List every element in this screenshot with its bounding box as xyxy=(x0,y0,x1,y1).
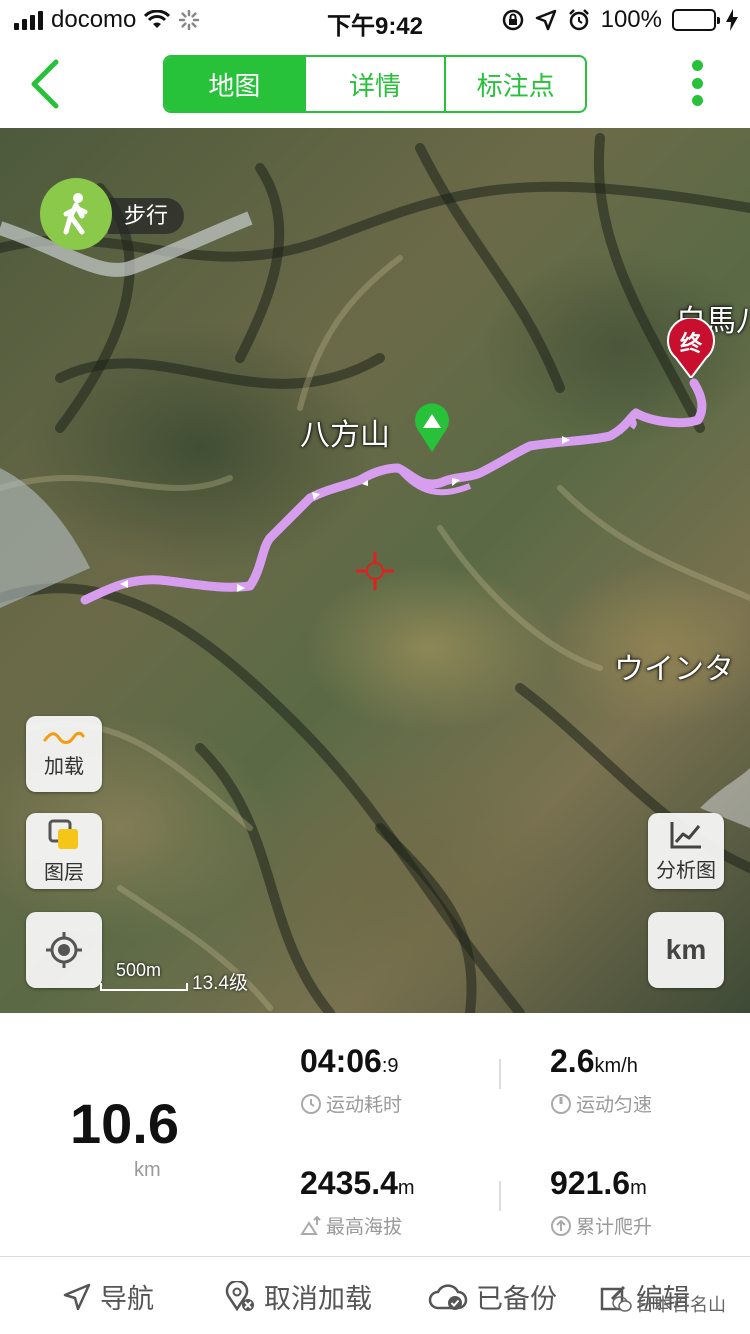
divider xyxy=(499,1181,501,1211)
cancel-load-label: 取消加载 xyxy=(264,1284,372,1314)
tab-details[interactable]: 详情 xyxy=(303,57,445,111)
alarm-icon xyxy=(568,9,589,31)
charging-icon xyxy=(726,9,738,31)
wave-icon xyxy=(43,731,85,744)
load-track-button[interactable]: 加载 xyxy=(26,716,102,792)
speed-value: 2.6 xyxy=(550,1043,595,1079)
backup-button[interactable]: 已备份 xyxy=(428,1277,557,1316)
wechat-icon xyxy=(612,1296,632,1312)
end-marker[interactable]: 终 xyxy=(666,316,716,380)
navigate-button[interactable]: 导航 xyxy=(62,1277,154,1316)
travel-mode-button[interactable] xyxy=(40,178,112,250)
navigate-label: 导航 xyxy=(100,1284,154,1314)
ascent-icon xyxy=(551,1215,571,1236)
altitude-value: 2435.4 xyxy=(300,1165,398,1201)
layers-label: 图层 xyxy=(44,861,84,884)
map-scale: 500m xyxy=(100,960,188,991)
analysis-chart-button[interactable]: 分析图 xyxy=(648,813,724,889)
locate-button[interactable] xyxy=(26,912,102,988)
rotation-lock-icon xyxy=(502,9,523,31)
location-cancel-icon xyxy=(225,1280,254,1311)
place-label-winter: ウインタ xyxy=(614,653,734,686)
backup-label: 已备份 xyxy=(476,1284,557,1314)
bottom-action-bar: 导航 取消加载 已备份 编辑 日本百名山 xyxy=(0,1256,750,1334)
climb-value: 921.6 xyxy=(550,1165,631,1201)
zoom-level: 13.4级 xyxy=(192,973,248,994)
total-distance-unit: km xyxy=(134,1159,161,1181)
mountain-peak-icon[interactable] xyxy=(412,400,452,452)
climb-caption: 累计爬升 xyxy=(576,1217,653,1238)
line-chart-icon xyxy=(670,821,701,848)
duration-stat: 04:06:9 运动耗时 xyxy=(300,1043,402,1117)
speedometer-icon xyxy=(551,1093,571,1114)
end-marker-label: 终 xyxy=(679,331,702,356)
travel-mode-label: 步行 xyxy=(108,198,185,234)
nav-bar: 地图 详情 标注点 xyxy=(0,40,750,128)
mountain-up-icon xyxy=(300,1215,321,1235)
cancel-load-button[interactable]: 取消加载 xyxy=(224,1277,372,1316)
unit-toggle-label: km xyxy=(665,934,707,965)
altitude-caption: 最高海拔 xyxy=(326,1217,403,1238)
scale-label: 500m xyxy=(116,960,162,980)
unit-toggle-button[interactable]: km xyxy=(648,912,724,988)
status-bar: docomo 下午9:42 100% xyxy=(0,0,750,40)
layers-icon xyxy=(48,819,78,849)
scale-bar xyxy=(100,983,188,991)
climb-stat: 921.6m 累计爬升 xyxy=(550,1165,652,1239)
status-right: 100% xyxy=(501,6,738,34)
duration-caption: 运动耗时 xyxy=(326,1095,403,1116)
back-chevron-icon[interactable] xyxy=(26,58,66,110)
map-view[interactable]: 八方山 白馬八 ウインタ 终 步行 加载 图 xyxy=(0,128,750,1013)
load-track-label: 加载 xyxy=(44,755,84,778)
altitude-stat: 2435.4m 最高海拔 xyxy=(300,1165,415,1239)
tab-map[interactable]: 地图 xyxy=(165,57,304,111)
altitude-unit: m xyxy=(397,1177,415,1199)
clock-icon xyxy=(301,1093,321,1114)
crosshair-icon xyxy=(356,552,394,590)
navigation-arrow-icon xyxy=(63,1283,91,1310)
speed-unit: km/h xyxy=(594,1055,638,1077)
view-segmented-control: 地图 详情 标注点 xyxy=(163,55,587,113)
watermark-text: 日本百名山 xyxy=(636,1295,726,1315)
watermark: 日本百名山 xyxy=(612,1291,726,1317)
climb-unit: m xyxy=(630,1177,647,1199)
total-distance: 10.6 xyxy=(70,1092,179,1155)
cloud-backup-icon xyxy=(428,1283,468,1310)
walking-icon xyxy=(63,193,88,235)
battery-icon xyxy=(672,9,720,31)
speed-caption: 运动匀速 xyxy=(576,1095,653,1116)
battery-percent: 100% xyxy=(600,6,662,33)
stats-panel: 10.6 km 04:06:9 运动耗时 2.6km/h 运动匀速 2435.4… xyxy=(0,1013,750,1255)
locate-icon xyxy=(46,932,82,968)
peak-label: 八方山 xyxy=(300,419,390,452)
duration-seconds: :9 xyxy=(381,1055,399,1077)
more-menu-icon[interactable] xyxy=(690,60,704,106)
duration-value: 04:06 xyxy=(300,1043,382,1079)
analysis-chart-label: 分析图 xyxy=(656,859,716,882)
divider xyxy=(499,1059,501,1089)
speed-stat: 2.6km/h 运动匀速 xyxy=(550,1043,652,1117)
tab-markers[interactable]: 标注点 xyxy=(444,57,585,111)
location-arrow-icon xyxy=(535,9,556,31)
layers-button[interactable]: 图层 xyxy=(26,813,102,889)
